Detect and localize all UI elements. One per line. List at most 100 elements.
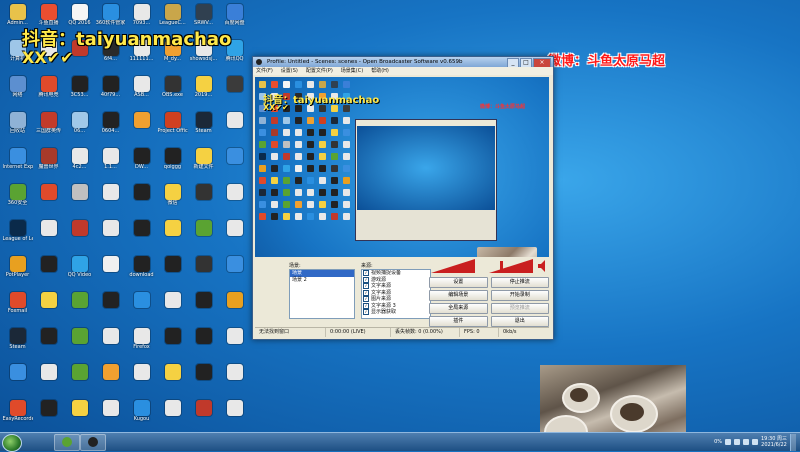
desktop-icon[interactable] — [95, 218, 126, 254]
desktop-icon[interactable]: 1.1... — [95, 146, 126, 182]
desktop-icon[interactable] — [219, 74, 250, 110]
desktop-icon[interactable] — [219, 362, 250, 398]
desktop-icon[interactable] — [188, 254, 219, 290]
desktop-icon[interactable] — [188, 326, 219, 362]
desktop-icon[interactable]: Firefox — [126, 326, 157, 362]
desktop-icon[interactable]: 4c2... — [64, 146, 95, 182]
minimize-button[interactable]: _ — [507, 58, 519, 67]
desktop-icon[interactable]: 06... — [64, 110, 95, 146]
desktop-icon[interactable] — [188, 362, 219, 398]
obs-title-bar[interactable]: Profile: Untitled - Scenes: scenes - Ope… — [253, 57, 553, 67]
desktop-icon[interactable] — [126, 290, 157, 326]
desktop-icon[interactable]: PotPlayer — [2, 254, 33, 290]
desktop-icon[interactable] — [219, 290, 250, 326]
desktop-icon[interactable] — [219, 254, 250, 290]
desktop-icon[interactable]: 微信 — [157, 182, 188, 218]
desktop-icon[interactable]: QQ Video — [64, 254, 95, 290]
source-checkbox[interactable]: ✓ — [363, 276, 369, 283]
desktop-audio-meter[interactable] — [431, 259, 477, 273]
speaker-icon[interactable] — [537, 259, 549, 273]
desktop-icon[interactable]: 3C53... — [64, 74, 95, 110]
desktop-icon[interactable]: League of Legends — [2, 218, 33, 254]
desktop-icon[interactable]: Internet Explorer — [2, 146, 33, 182]
desktop-icon[interactable]: 360安全 — [2, 182, 33, 218]
desktop-icon[interactable] — [95, 254, 126, 290]
source-checkbox[interactable]: ✓ — [363, 289, 369, 296]
desktop-icon[interactable]: 魔兽世界 — [33, 146, 64, 182]
desktop-icon[interactable] — [157, 362, 188, 398]
scenes-list[interactable]: 场景 场景 2 — [289, 269, 355, 319]
obs-button[interactable]: 停止推流 — [490, 277, 549, 288]
desktop-icon[interactable] — [33, 326, 64, 362]
menu-item[interactable]: 帮助(H) — [371, 67, 389, 75]
desktop-icon[interactable] — [95, 290, 126, 326]
desktop-icon[interactable]: DW... — [126, 146, 157, 182]
desktop-icon[interactable]: 0604... — [95, 110, 126, 146]
desktop-icon[interactable] — [33, 362, 64, 398]
source-checkbox[interactable]: ✓ — [363, 302, 369, 309]
desktop-icon[interactable] — [64, 182, 95, 218]
start-button[interactable] — [2, 434, 22, 452]
desktop-icon[interactable]: 新建文件 — [188, 146, 219, 182]
desktop-icon[interactable] — [64, 398, 95, 432]
mic-audio-meter[interactable] — [489, 259, 535, 273]
clock[interactable]: 19:30 周三 2021/6/22 — [761, 436, 787, 448]
show-desktop-button[interactable] — [790, 433, 796, 451]
desktop-icon[interactable]: 回收站 — [2, 110, 33, 146]
desktop-icon[interactable] — [33, 398, 64, 432]
menu-item[interactable]: 场景集(C) — [341, 67, 363, 75]
desktop-icon[interactable] — [2, 362, 33, 398]
desktop-icon[interactable] — [64, 326, 95, 362]
desktop-icon[interactable] — [188, 290, 219, 326]
desktop-icon[interactable] — [64, 218, 95, 254]
network-icon[interactable] — [725, 439, 731, 445]
obs-button[interactable]: 编辑场景 — [429, 290, 488, 301]
source-checkbox[interactable]: ✓ — [363, 296, 369, 303]
desktop-icon[interactable] — [157, 398, 188, 432]
obs-button[interactable]: 插件 — [429, 316, 488, 327]
obs-button[interactable]: 开始录制 — [490, 290, 549, 301]
scene-item[interactable]: 场景 2 — [290, 277, 354, 284]
desktop-icon[interactable]: Kugou — [126, 398, 157, 432]
taskbar-item-obs[interactable] — [80, 434, 106, 451]
desktop-icon[interactable]: 三国群英传 — [33, 110, 64, 146]
taskbar-item-360-browser[interactable] — [54, 434, 80, 451]
source-checkbox[interactable]: ✓ — [363, 309, 369, 316]
desktop-icon[interactable]: Steam — [188, 110, 219, 146]
desktop-icon[interactable] — [157, 290, 188, 326]
desktop-icon[interactable] — [33, 290, 64, 326]
speaker-tray-icon[interactable] — [734, 439, 740, 445]
source-checkbox[interactable]: ✓ — [363, 283, 369, 290]
obs-button[interactable]: 设置 — [429, 277, 488, 288]
desktop-icon[interactable] — [95, 182, 126, 218]
obs-button[interactable]: 退出 — [490, 316, 549, 327]
desktop-icon[interactable] — [219, 182, 250, 218]
desktop-icon[interactable] — [219, 146, 250, 182]
maximize-button[interactable]: □ — [520, 58, 532, 67]
desktop-icon[interactable] — [188, 398, 219, 432]
desktop-icon[interactable] — [64, 362, 95, 398]
menu-item[interactable]: 配置文件(P) — [306, 67, 333, 75]
desktop-icon[interactable] — [126, 182, 157, 218]
flag-icon[interactable] — [752, 439, 758, 445]
desktop-icon[interactable]: Project Officer — [157, 110, 188, 146]
desktop-icon[interactable] — [95, 326, 126, 362]
desktop-icon[interactable]: OBS.exe — [157, 74, 188, 110]
desktop-icon[interactable]: download — [126, 254, 157, 290]
desktop-icon[interactable]: Foxmail — [2, 290, 33, 326]
desktop-icon[interactable]: Steam — [2, 326, 33, 362]
menu-item[interactable]: 设置(S) — [281, 67, 298, 75]
sources-list[interactable]: ✓ 视频捕捉设备 ✓ 游戏源 ✓ 文字来源 ✓ 文字来源 ✓ 图片来源 ✓ 文字来源 3 ✓ 显示器获取 — [361, 269, 431, 319]
desktop-icon[interactable] — [126, 110, 157, 146]
source-checkbox[interactable]: ✓ — [363, 270, 369, 277]
desktop-icon[interactable]: EasyRecorder — [2, 398, 33, 432]
desktop-icon[interactable]: 2019... — [188, 74, 219, 110]
source-item[interactable]: ✓ 显示器获取 — [362, 309, 430, 316]
desktop-icon[interactable] — [126, 362, 157, 398]
desktop-icon[interactable] — [157, 254, 188, 290]
desktop-icon[interactable] — [219, 326, 250, 362]
desktop-icon[interactable] — [95, 362, 126, 398]
desktop-icon[interactable] — [33, 254, 64, 290]
desktop-icon[interactable] — [126, 218, 157, 254]
desktop-icon[interactable]: 腾讯电竞 — [33, 74, 64, 110]
